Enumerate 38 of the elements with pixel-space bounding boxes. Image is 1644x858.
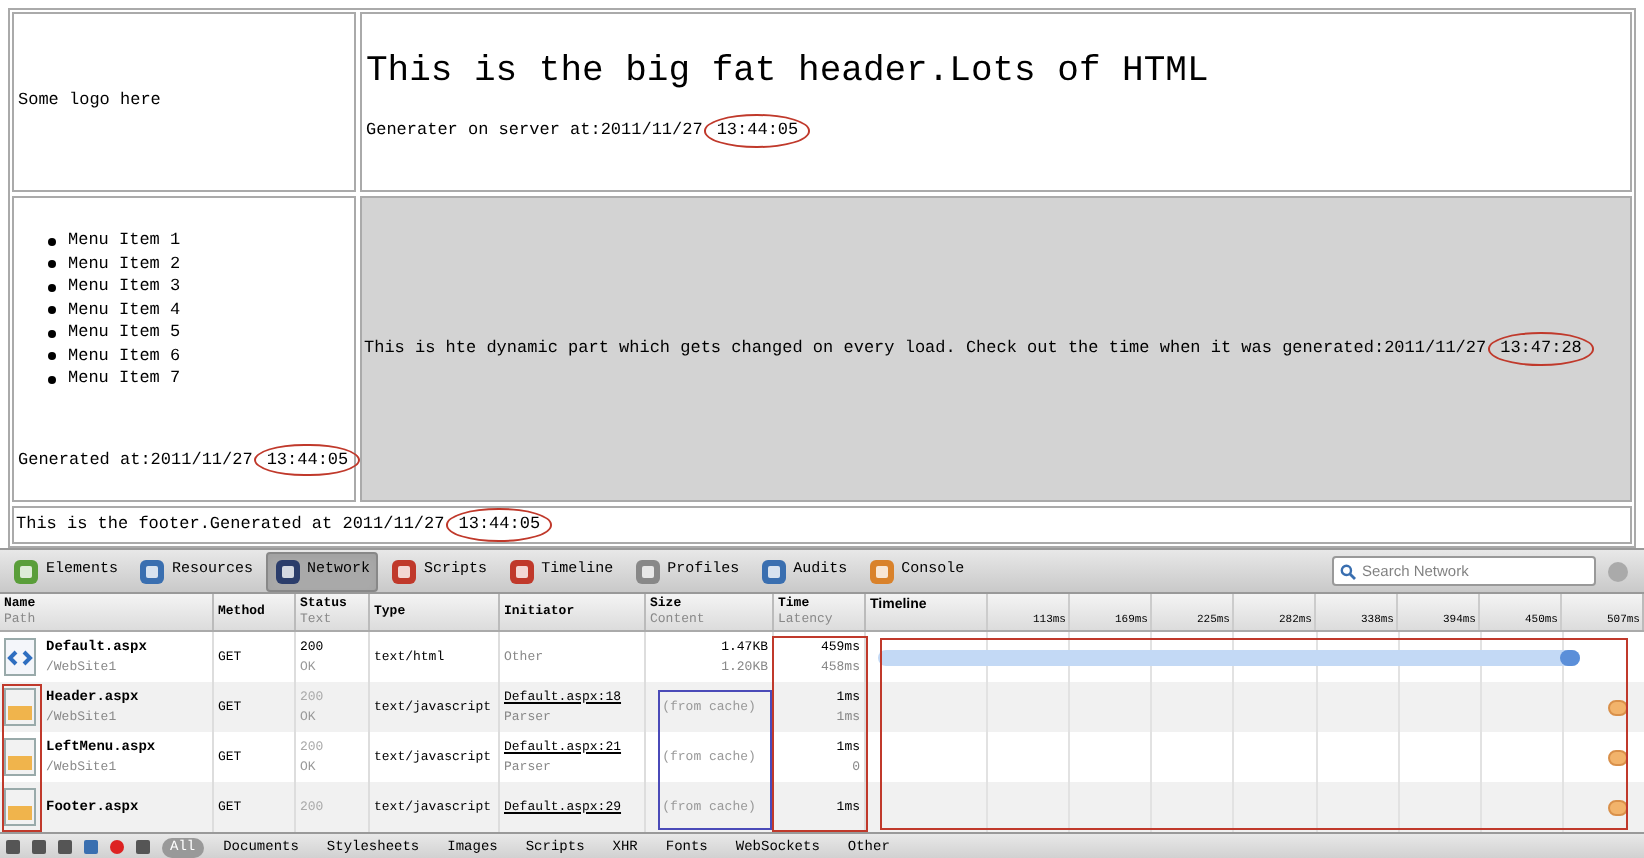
tab-icon (138, 557, 167, 585)
generated-text: Generater on server at:2011/11/27 (366, 118, 703, 145)
menu-item[interactable]: Menu Item 3 (68, 274, 181, 301)
circled-time: 13:44:05 (704, 114, 811, 149)
close-icon[interactable] (1608, 561, 1628, 581)
bullet-icon (48, 352, 56, 361)
tab-icon (759, 557, 788, 585)
menu-item[interactable]: Menu Item 2 (68, 251, 181, 278)
js-file-icon (4, 688, 36, 726)
circled-time: 13:44:05 (446, 508, 553, 542)
menu-item[interactable]: Menu Item 7 (68, 366, 181, 393)
search-icon (1340, 564, 1356, 580)
tab-icon (12, 557, 40, 585)
bullet-icon (48, 237, 56, 246)
generated-text: This is the footer.Generated at 2011/11/27 (16, 512, 445, 538)
bullet-icon (48, 375, 56, 384)
js-file-icon (4, 738, 36, 776)
annotation-rectangle (658, 690, 772, 830)
generated-text: Generated at:2011/11/27 (18, 447, 253, 473)
tab-icon (633, 557, 662, 585)
logo-text: Some logo here (18, 88, 161, 115)
bullet-icon (48, 260, 56, 269)
html-file-icon (4, 638, 36, 676)
tab-icon (390, 557, 419, 585)
bullet-icon (48, 283, 56, 292)
js-file-icon (4, 788, 36, 826)
tab-icon (507, 557, 536, 585)
menu-item[interactable]: Menu Item 5 (68, 320, 181, 347)
bullet-icon (48, 306, 56, 315)
menu-item[interactable]: Menu Item 4 (68, 297, 181, 324)
tab-icon (867, 557, 896, 585)
bullet-icon (48, 329, 56, 338)
page-heading: This is the big fat header.Lots of HTML (366, 54, 1211, 91)
menu-item[interactable]: Menu Item 1 (68, 228, 181, 255)
menu-item[interactable]: Menu Item 6 (68, 343, 181, 370)
circled-time: 13:47:28 (1488, 332, 1594, 366)
tab-icon (273, 557, 302, 585)
generated-text: This is hte dynamic part which gets changed on every load. Check out the time when it was generated:2011/11/27 (364, 336, 1487, 362)
